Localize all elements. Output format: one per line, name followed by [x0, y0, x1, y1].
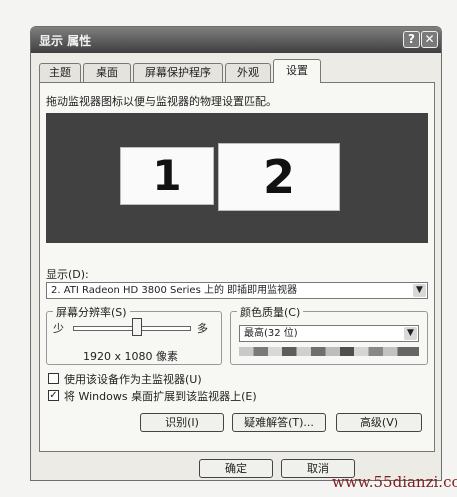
resolution-slider-thumb[interactable] — [132, 318, 143, 336]
tab-desktop[interactable]: 桌面 — [83, 63, 131, 82]
tab-screensaver[interactable]: 屏幕保护程序 — [133, 63, 223, 82]
tab-appearance[interactable]: 外观 — [225, 63, 271, 82]
resolution-group: 屏幕分辨率(S) 少 多 1920 x 1080 像素 — [46, 304, 222, 365]
display-properties-window: 显示 属性 ? ✕ 主题 桌面 屏幕保护程序 外观 设置 拖动监视器图标以便与监… — [30, 26, 442, 481]
ok-button[interactable]: 确定 — [199, 459, 273, 478]
tab-themes[interactable]: 主题 — [39, 63, 81, 82]
extend-desktop-checkbox[interactable]: ✓ — [48, 390, 59, 401]
chevron-down-icon[interactable]: ▼ — [413, 284, 426, 297]
color-sample-bar — [239, 347, 419, 356]
watermark-text: www.55dianzi.com — [332, 473, 457, 491]
troubleshoot-button[interactable]: 疑难解答(T)... — [232, 413, 326, 432]
display-select[interactable]: 2. ATI Radeon HD 3800 Series 上的 即插即用监视器 … — [46, 282, 428, 299]
extend-desktop-label: 将 Windows 桌面扩展到该监视器上(E) — [64, 390, 257, 403]
identify-button[interactable]: 识别(I) — [140, 413, 224, 432]
display-label: 显示(D): — [46, 268, 89, 281]
primary-monitor-checkbox[interactable] — [48, 373, 59, 384]
monitor-preview: 1 2 — [46, 113, 428, 243]
primary-monitor-label: 使用该设备作为主监视器(U) — [64, 373, 202, 386]
chevron-down-icon[interactable]: ▼ — [404, 327, 417, 340]
resolution-more-label: 多 — [197, 322, 208, 335]
color-quality-select[interactable]: 最高(32 位) ▼ — [239, 325, 419, 342]
monitor-1-icon[interactable]: 1 — [120, 147, 214, 205]
close-button[interactable]: ✕ — [421, 31, 438, 48]
color-quality-legend: 颜色质量(C) — [237, 304, 304, 320]
color-quality-group: 颜色质量(C) 最高(32 位) ▼ — [230, 304, 428, 365]
window-title: 显示 属性 — [39, 34, 92, 48]
tab-settings[interactable]: 设置 — [273, 59, 321, 83]
resolution-less-label: 少 — [53, 322, 64, 335]
color-quality-value: 最高(32 位) — [244, 328, 298, 339]
tab-strip: 主题 桌面 屏幕保护程序 外观 设置 — [39, 59, 435, 83]
instruction-text: 拖动监视器图标以便与监视器的物理设置匹配。 — [46, 95, 277, 108]
display-select-value: 2. ATI Radeon HD 3800 Series 上的 即插即用监视器 — [51, 285, 298, 296]
resolution-legend: 屏幕分辨率(S) — [53, 304, 130, 320]
check-icon: ✓ — [49, 390, 58, 401]
title-bar[interactable]: 显示 属性 ? ✕ — [31, 27, 441, 53]
help-button[interactable]: ? — [403, 31, 420, 48]
advanced-button[interactable]: 高级(V) — [336, 413, 422, 432]
settings-panel: 拖动监视器图标以便与监视器的物理设置匹配。 1 2 显示(D): 2. ATI … — [39, 82, 435, 452]
monitor-2-icon[interactable]: 2 — [218, 143, 340, 211]
resolution-value: 1920 x 1080 像素 — [83, 350, 178, 363]
